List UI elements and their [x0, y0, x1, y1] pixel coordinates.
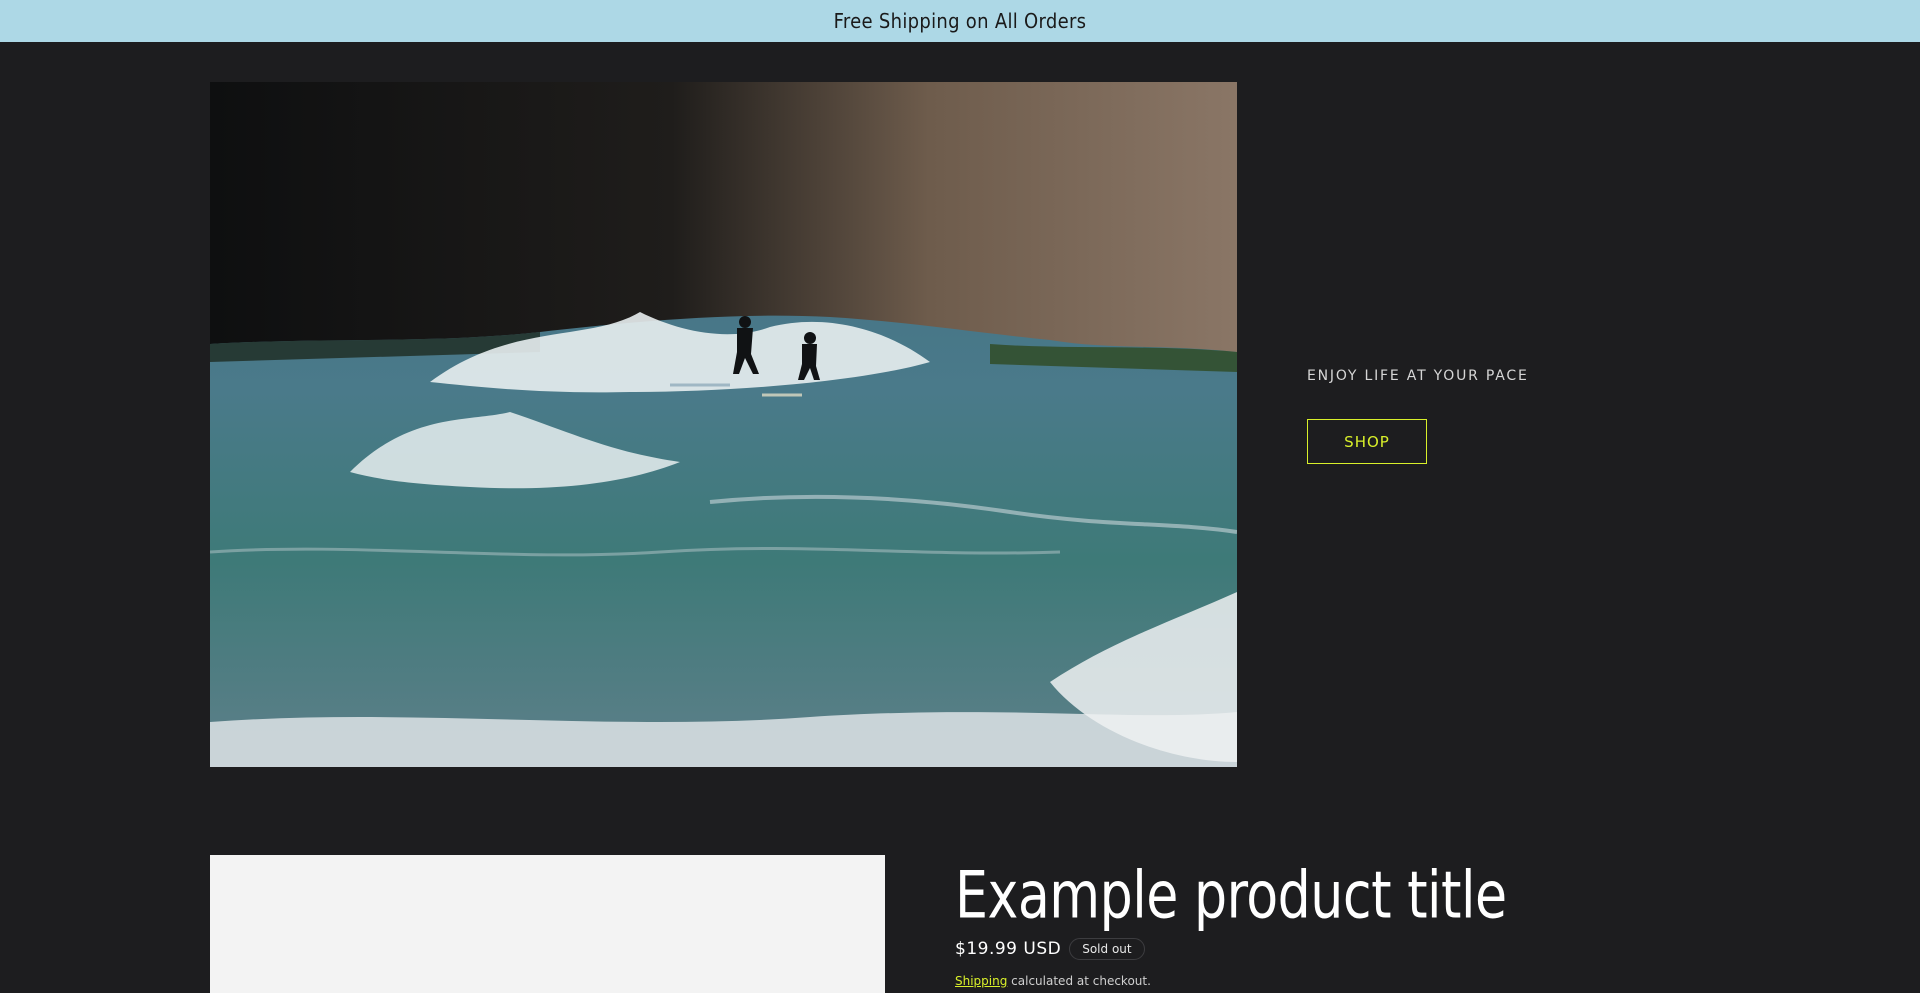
- product-image[interactable]: [210, 855, 885, 993]
- product-title: Example product title: [955, 857, 1507, 934]
- announcement-text: Free Shipping on All Orders: [833, 9, 1087, 33]
- hero-image: [210, 82, 1237, 767]
- hero-text-block: ENJOY LIFE AT YOUR PACE: [1307, 368, 1529, 384]
- sold-out-badge: Sold out: [1069, 938, 1145, 960]
- price-row: $19.99 USD Sold out: [955, 938, 1145, 960]
- shipping-link[interactable]: Shipping: [955, 974, 1007, 988]
- announcement-bar: Free Shipping on All Orders: [0, 0, 1920, 42]
- hero-tagline: ENJOY LIFE AT YOUR PACE: [1307, 368, 1529, 384]
- product-price: $19.99 USD: [955, 939, 1062, 959]
- product-info: Example product title $19.99 USD Sold ou…: [955, 855, 1755, 988]
- shipping-note: Shipping calculated at checkout.: [955, 974, 1151, 988]
- hero-image-graphic: [210, 82, 1237, 767]
- shipping-note-text: calculated at checkout.: [1007, 974, 1151, 988]
- shop-button[interactable]: SHOP: [1307, 419, 1427, 464]
